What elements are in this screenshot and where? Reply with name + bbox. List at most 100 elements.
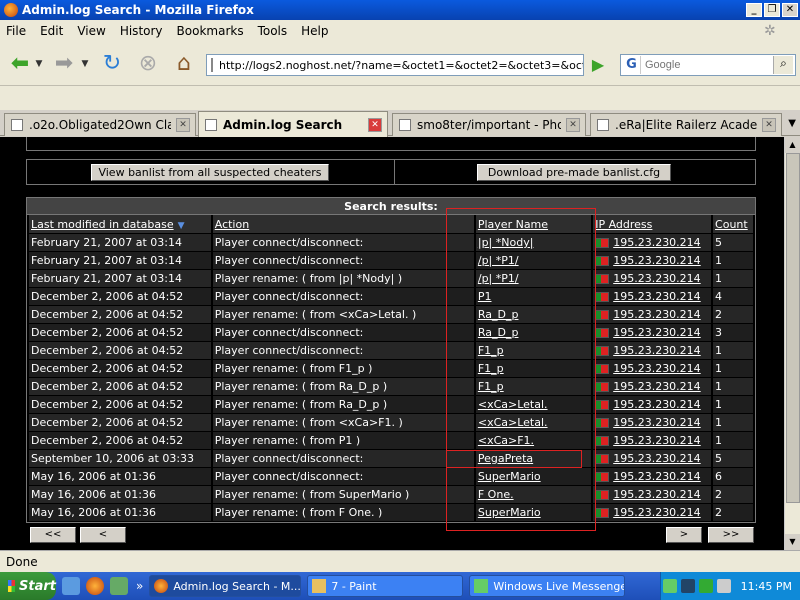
search-input[interactable]: [645, 59, 765, 71]
firefox-quicklaunch-icon[interactable]: [86, 577, 104, 595]
ip-link[interactable]: 195.23.230.214: [613, 308, 700, 321]
menu-help[interactable]: Help: [301, 24, 328, 38]
ip-link[interactable]: 195.23.230.214: [613, 272, 700, 285]
tab-close-icon[interactable]: ✕: [176, 118, 190, 132]
z-tray-icon[interactable]: [680, 579, 695, 593]
ip-link[interactable]: 195.23.230.214: [613, 380, 700, 393]
menu-tools[interactable]: Tools: [258, 24, 288, 38]
table-row: December 2, 2006 at 04:52 Player rename: …: [29, 413, 753, 431]
minimize-button[interactable]: _: [746, 3, 762, 17]
scroll-down-icon[interactable]: ▼: [785, 534, 800, 550]
stop-icon[interactable]: ⊗: [134, 50, 162, 78]
cell-count: 6: [713, 467, 753, 485]
tab-era-elite-railerz[interactable]: .eRa|Elite Railerz Academy... ✕: [590, 113, 782, 136]
tab-admin-log-search[interactable]: Admin.log Search ✕: [198, 111, 388, 137]
taskbar-item-paint[interactable]: 7 - Paint: [307, 575, 464, 597]
ip-link[interactable]: 195.23.230.214: [613, 434, 700, 447]
cell-action: Player rename: ( from <xCa>F1. ): [212, 413, 474, 431]
column-header-count[interactable]: Count: [713, 215, 753, 233]
tab-obligated2own[interactable]: .o2o.Obligated2Own Clan ... ✕: [4, 113, 196, 136]
tab-photobucket[interactable]: smo8ter/important - Photo... ✕: [392, 113, 586, 136]
cell-action: Player connect/disconnect:: [212, 251, 474, 269]
ip-link[interactable]: 195.23.230.214: [613, 236, 700, 249]
taskbar-item-firefox[interactable]: Admin.log Search - M...: [149, 575, 302, 597]
portugal-flag-icon: [595, 328, 610, 338]
messenger-quicklaunch-icon[interactable]: [110, 577, 128, 595]
column-header-action[interactable]: Action: [212, 215, 474, 233]
volume-tray-icon[interactable]: [716, 579, 731, 593]
table-row: December 2, 2006 at 04:52 Player connect/…: [29, 287, 753, 305]
tab-list-chevron-icon[interactable]: ▼: [788, 118, 796, 129]
results-title: Search results:: [27, 198, 755, 215]
ip-link[interactable]: 195.23.230.214: [613, 470, 700, 483]
menu-edit[interactable]: Edit: [40, 24, 63, 38]
maximize-button[interactable]: ❐: [764, 3, 780, 17]
search-results-panel: Search results: Last modified in databas…: [26, 197, 756, 523]
column-header-date[interactable]: Last modified in database ▼: [29, 215, 211, 233]
messenger-tray-icon[interactable]: [662, 579, 677, 593]
cell-action: Player rename: ( from <xCa>Letal. ): [212, 305, 474, 323]
menu-bookmarks[interactable]: Bookmarks: [177, 24, 244, 38]
quicklaunch-more-icon[interactable]: »: [136, 579, 143, 593]
back-history-dropdown[interactable]: ▼: [34, 50, 44, 78]
first-page-button[interactable]: <<: [30, 527, 76, 543]
menu-file[interactable]: File: [6, 24, 26, 38]
ip-link[interactable]: 195.23.230.214: [613, 344, 700, 357]
menu-view[interactable]: View: [77, 24, 105, 38]
close-button[interactable]: ✕: [782, 3, 798, 17]
cell-count: 2: [713, 485, 753, 503]
show-desktop-icon[interactable]: [62, 577, 80, 595]
next-page-button[interactable]: >: [666, 527, 702, 543]
portugal-flag-icon: [595, 454, 610, 464]
last-page-button[interactable]: >>: [708, 527, 754, 543]
ip-link[interactable]: 195.23.230.214: [613, 362, 700, 375]
search-icon[interactable]: ⌕: [773, 56, 793, 74]
vertical-scrollbar[interactable]: ▲ ▼: [784, 137, 800, 550]
ip-link[interactable]: 195.23.230.214: [613, 326, 700, 339]
cell-ip: 195.23.230.214: [593, 467, 712, 485]
back-arrow-icon[interactable]: ⬅: [6, 50, 34, 78]
ip-link[interactable]: 195.23.230.214: [613, 398, 700, 411]
table-row: December 2, 2006 at 04:52 Player rename: …: [29, 359, 753, 377]
download-banlist-button[interactable]: Download pre-made banlist.cfg: [477, 164, 671, 181]
google-engine-icon[interactable]: G: [623, 56, 641, 74]
network-tray-icon[interactable]: [698, 579, 713, 593]
status-text: Done: [6, 555, 38, 569]
forward-history-dropdown[interactable]: ▼: [80, 50, 90, 78]
url-bar[interactable]: http://logs2.noghost.net/?name=&octet1=&…: [206, 54, 584, 76]
cell-count: 3: [713, 323, 753, 341]
cell-ip: 195.23.230.214: [593, 503, 712, 521]
go-arrow-icon[interactable]: ▶: [588, 55, 608, 75]
tab-label: smo8ter/important - Photo...: [417, 118, 561, 132]
table-row: February 21, 2007 at 03:14 Player rename:…: [29, 269, 753, 287]
firefox-icon: [4, 3, 18, 17]
tab-close-icon[interactable]: ✕: [566, 118, 580, 132]
scroll-up-icon[interactable]: ▲: [785, 137, 800, 153]
previous-page-button[interactable]: <: [80, 527, 126, 543]
home-icon[interactable]: ⌂: [170, 50, 198, 78]
ip-link[interactable]: 195.23.230.214: [613, 506, 700, 519]
tab-close-icon[interactable]: ✕: [762, 118, 776, 132]
table-row: December 2, 2006 at 04:52 Player connect/…: [29, 323, 753, 341]
reload-icon[interactable]: ↻: [98, 50, 126, 78]
cell-count: 1: [713, 341, 753, 359]
ip-link[interactable]: 195.23.230.214: [613, 290, 700, 303]
table-row: September 10, 2006 at 03:33 Player connec…: [29, 449, 753, 467]
menu-history[interactable]: History: [120, 24, 163, 38]
portugal-flag-icon: [595, 256, 610, 266]
bookmarks-toolbar: [0, 86, 800, 110]
forward-arrow-icon[interactable]: ➡: [50, 50, 78, 78]
start-button[interactable]: Start: [0, 572, 56, 600]
view-banlist-button[interactable]: View banlist from all suspected cheaters: [91, 164, 329, 181]
ip-link[interactable]: 195.23.230.214: [613, 488, 700, 501]
scroll-thumb[interactable]: [786, 153, 800, 503]
ip-link[interactable]: 195.23.230.214: [613, 254, 700, 267]
portugal-flag-icon: [595, 472, 610, 482]
ip-link[interactable]: 195.23.230.214: [613, 416, 700, 429]
navigation-toolbar: ⬅ ▼ ➡ ▼ ↻ ⊗ ⌂ http://logs2.noghost.net/?…: [0, 42, 800, 86]
taskbar-item-messenger[interactable]: Windows Live Messenger: [469, 575, 626, 597]
tab-close-icon[interactable]: ✕: [368, 117, 382, 132]
results-body: February 21, 2007 at 03:14 Player connect…: [29, 233, 753, 521]
column-header-ip[interactable]: IP Address: [593, 215, 712, 233]
ip-link[interactable]: 195.23.230.214: [613, 452, 700, 465]
